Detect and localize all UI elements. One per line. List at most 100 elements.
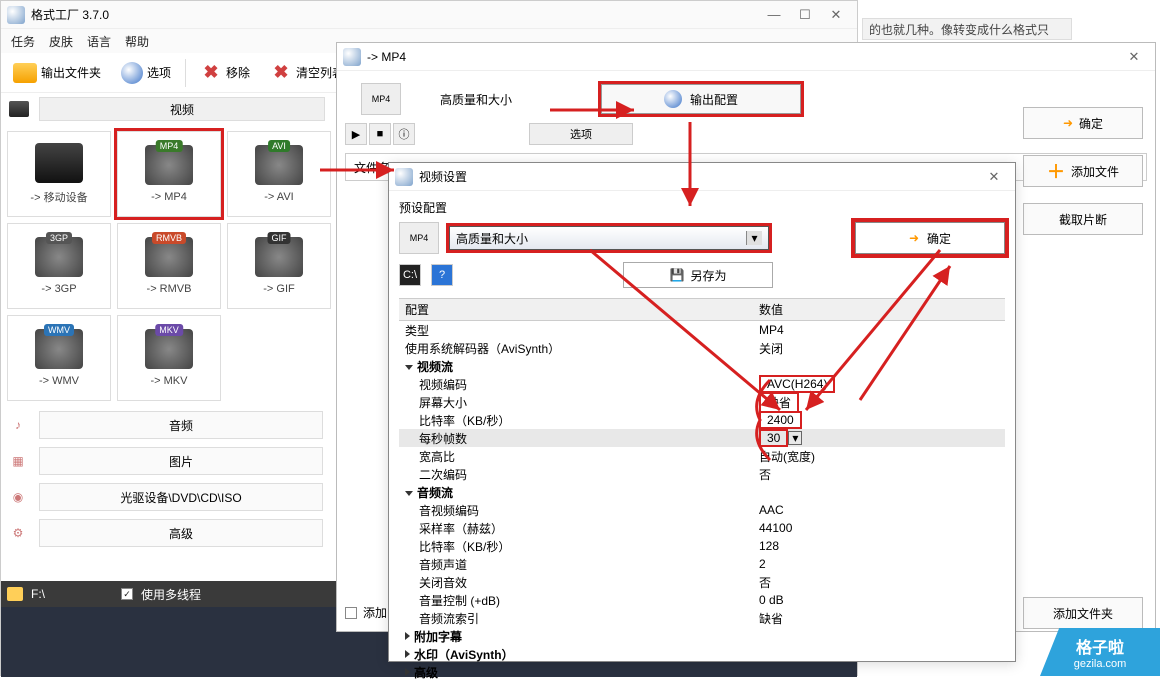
maximize-button[interactable]: ☐ (790, 6, 820, 24)
setting-key: 视频编码 (419, 378, 467, 392)
table-row[interactable]: 二次编码否 (399, 465, 1005, 483)
tree-toggle-icon[interactable] (405, 632, 410, 640)
setting-value: 缺省 (759, 392, 799, 413)
filename-column: 文件名 (354, 159, 390, 176)
format-card[interactable]: AVI-> AVI (227, 131, 331, 217)
format-card[interactable]: MKV -> MKV (117, 315, 221, 401)
video-category-header[interactable]: 视频 (39, 97, 325, 121)
setting-value: MP4 (759, 323, 784, 337)
category-row[interactable]: 音频 (39, 411, 323, 439)
chevron-down-icon: ▾ (746, 231, 762, 245)
setting-key: 音频流 (417, 486, 453, 500)
menu-item[interactable]: 语言 (87, 33, 111, 50)
add-file-button[interactable]: ＋添加文件 (1023, 155, 1143, 187)
setting-value: 30 (759, 429, 788, 447)
play-icon[interactable]: ▶ (345, 123, 367, 145)
stop-icon[interactable]: ■ (369, 123, 391, 145)
mp4-badge-icon: MP4 (361, 83, 401, 115)
table-row[interactable]: 关闭音效否 (399, 573, 1005, 591)
table-row: 水印（AviSynth） (399, 645, 1005, 663)
setting-key: 高级 (414, 666, 438, 680)
table-row[interactable]: 宽高比 自动(宽度) (399, 447, 1005, 465)
category-row[interactable]: 光驱设备\DVD\CD\ISO (39, 483, 323, 511)
table-row[interactable]: 比特率（KB/秒）2400 (399, 411, 1005, 429)
add-folder-button[interactable]: 添加文件夹 (1023, 597, 1143, 629)
menu-item[interactable]: 帮助 (125, 33, 149, 50)
ok-button[interactable]: ➜确定 (1023, 107, 1143, 139)
table-row[interactable]: 音量控制 (+dB)0 dB (399, 591, 1005, 609)
help-icon[interactable]: ? (431, 264, 453, 286)
table-row[interactable]: 采样率（赫兹）44100 (399, 519, 1005, 537)
vs-title: 视频设置 (419, 168, 467, 185)
table-row[interactable]: 类型MP4 (399, 321, 1005, 339)
minimize-button[interactable]: — (759, 6, 789, 24)
clip-button[interactable]: 截取片断 (1023, 203, 1143, 235)
left-pane: 视频 -> 移动设备MP4-> MP4AVI-> AVI 3GP-> 3GPRMV… (1, 93, 337, 581)
table-row: 高级 (399, 663, 1005, 681)
saveas-button[interactable]: 💾 另存为 (623, 262, 773, 288)
tree-toggle-icon[interactable] (405, 491, 413, 496)
tree-toggle-icon[interactable] (405, 365, 413, 370)
preset-icon: MP4 (399, 222, 439, 254)
setting-value: 否 (759, 468, 771, 482)
format-badge: MKV (155, 324, 183, 336)
category-row[interactable]: 高级 (39, 519, 323, 547)
gear-icon (121, 62, 143, 84)
cmd-icon[interactable]: C:\ (399, 264, 421, 286)
clear-icon: ✖ (270, 62, 292, 84)
table-row[interactable]: 每秒帧数30▾ (399, 429, 1005, 447)
note-strip: 的也就几种。像转变成什么格式只 (862, 18, 1072, 40)
setting-key: 视频流 (417, 360, 453, 374)
setting-key: 比特率（KB/秒） (419, 414, 510, 428)
table-row[interactable]: 屏幕大小 缺省 (399, 393, 1005, 411)
output-folder-button[interactable]: 输出文件夹 (7, 59, 107, 87)
vs-ok-button[interactable]: ➜ 确定 (855, 222, 1005, 254)
format-badge: 3GP (46, 232, 72, 244)
format-label: -> MP4 (151, 191, 187, 203)
menu-item[interactable]: 皮肤 (49, 33, 73, 50)
setting-key: 宽高比 (419, 450, 455, 464)
multithread-checkbox[interactable]: ✓ (121, 588, 133, 600)
format-badge: AVI (268, 140, 290, 152)
info-icon[interactable]: ⓘ (393, 123, 415, 145)
table-row[interactable]: 使用系统解码器（AviSynth）关闭 (399, 339, 1005, 357)
close-button[interactable]: ✕ (821, 6, 851, 24)
table-row[interactable]: 音频声道2 (399, 555, 1005, 573)
format-card[interactable]: MP4-> MP4 (117, 131, 221, 217)
setting-key: 采样率（赫兹） (419, 522, 503, 536)
table-row[interactable]: 比特率（KB/秒）128 (399, 537, 1005, 555)
mp4-close-button[interactable]: ✕ (1119, 48, 1149, 66)
format-label: -> MKV (151, 375, 188, 387)
category-row[interactable]: 图片 (39, 447, 323, 475)
vs-titlebar: 视频设置 ✕ (389, 163, 1015, 191)
format-card[interactable]: 3GP-> 3GP (7, 223, 111, 309)
setting-key: 屏幕大小 (419, 396, 467, 410)
folder-icon (13, 63, 37, 83)
table-row[interactable]: 视频编码AVC(H264) (399, 375, 1005, 393)
setting-key: 音频流索引 (419, 612, 479, 626)
plus-icon: ＋ (1047, 158, 1065, 184)
chevron-down-icon[interactable]: ▾ (788, 431, 802, 445)
addname-checkbox[interactable] (345, 607, 357, 619)
vs-close-button[interactable]: ✕ (979, 168, 1009, 186)
table-row[interactable]: 音频流索引缺省 (399, 609, 1005, 627)
format-card[interactable]: GIF-> GIF (227, 223, 331, 309)
format-icon (35, 143, 83, 183)
tree-toggle-icon[interactable] (405, 650, 410, 658)
format-badge: GIF (268, 232, 291, 244)
category-icon: ▦ (9, 454, 27, 468)
options-button[interactable]: 选项 (115, 58, 177, 88)
output-config-button[interactable]: 输出配置 (601, 84, 801, 114)
mp4-options-button[interactable]: 选项 (529, 123, 633, 145)
tree-toggle-icon[interactable] (405, 668, 410, 676)
preset-select[interactable]: 高质量和大小 ▾ (449, 226, 769, 250)
format-card[interactable]: RMVB-> RMVB (117, 223, 221, 309)
format-card[interactable]: -> 移动设备 (7, 131, 111, 217)
format-card[interactable]: WMV-> WMV (7, 315, 111, 401)
menu-item[interactable]: 任务 (11, 33, 35, 50)
remove-button[interactable]: ✖移除 (194, 58, 256, 88)
mp4-title: -> MP4 (367, 50, 406, 64)
table-head: 配置 数值 (399, 299, 1005, 321)
setting-value: 自动(宽度) (759, 450, 815, 464)
table-row[interactable]: 音视频编码AAC (399, 501, 1005, 519)
